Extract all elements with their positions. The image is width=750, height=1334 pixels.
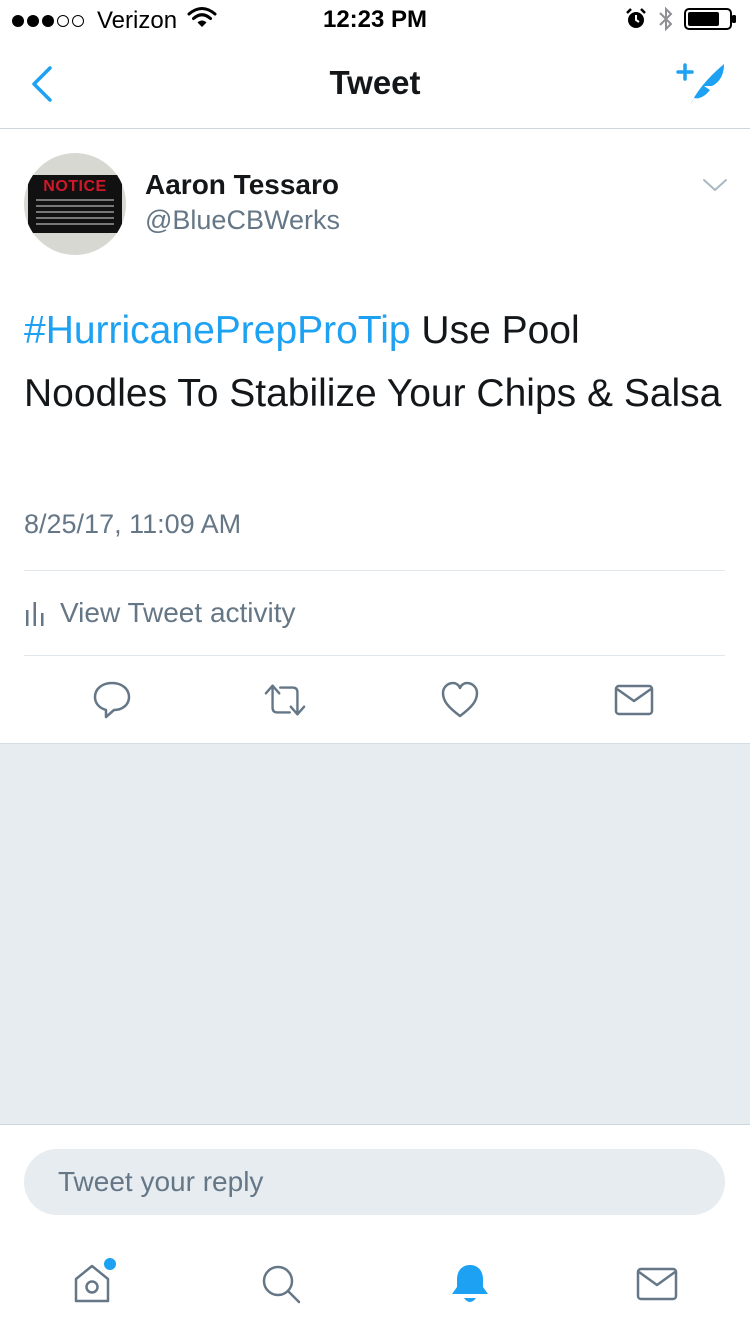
avatar-notice-sign: NOTICE <box>28 175 122 233</box>
page-title: Tweet <box>329 64 421 101</box>
reply-icon <box>93 681 131 719</box>
tweet-text: #HurricanePrepProTip Use Pool Noodles To… <box>24 299 724 425</box>
search-icon <box>262 1265 301 1304</box>
avatar-sign-lines <box>36 199 114 229</box>
direct-message-button[interactable] <box>612 678 656 722</box>
direct-message-icon <box>614 684 654 716</box>
alarm-icon <box>624 7 648 31</box>
hashtag-link[interactable]: #HurricanePrepProTip <box>24 309 411 352</box>
tweet-timestamp: 8/25/17, 11:09 AM <box>24 509 242 539</box>
navigation-bar: Tweet <box>0 40 750 129</box>
mail-icon <box>636 1267 678 1301</box>
like-icon <box>441 681 479 718</box>
status-bar-right <box>614 6 738 32</box>
author-handle[interactable]: @BlueCBWerks <box>145 205 340 236</box>
author-name[interactable]: Aaron Tessaro <box>145 169 339 201</box>
tab-messages[interactable] <box>627 1254 687 1314</box>
like-button[interactable] <box>438 678 482 722</box>
analytics-icon <box>26 602 44 626</box>
bell-icon <box>452 1265 488 1302</box>
avatar[interactable]: NOTICE <box>24 153 126 255</box>
retweet-button[interactable] <box>263 678 307 722</box>
battery-icon <box>684 7 738 31</box>
reply-input[interactable] <box>24 1149 725 1215</box>
view-tweet-activity-button[interactable]: View Tweet activity <box>24 571 725 655</box>
tab-home[interactable] <box>62 1254 122 1314</box>
retweet-icon <box>264 684 306 716</box>
tab-bar <box>0 1234 750 1334</box>
avatar-sign-text: NOTICE <box>43 178 107 195</box>
tab-notifications[interactable] <box>440 1254 500 1314</box>
compose-tweet-icon <box>676 63 724 106</box>
tweet-options-button[interactable] <box>702 175 728 195</box>
reply-button[interactable] <box>90 678 134 722</box>
compose-tweet-button[interactable] <box>674 58 730 110</box>
activity-label: View Tweet activity <box>60 597 296 628</box>
chevron-down-icon <box>703 179 727 191</box>
bluetooth-icon <box>658 6 674 32</box>
tweet-actions <box>0 656 750 742</box>
status-bar: Verizon 12:23 PM <box>0 0 750 40</box>
home-notification-dot <box>102 1256 118 1272</box>
replies-area <box>0 743 750 1124</box>
tab-search[interactable] <box>251 1254 311 1314</box>
tweet-detail: NOTICE Aaron Tessaro @BlueCBWerks #Hurri… <box>0 129 750 743</box>
reply-bar <box>0 1124 750 1234</box>
